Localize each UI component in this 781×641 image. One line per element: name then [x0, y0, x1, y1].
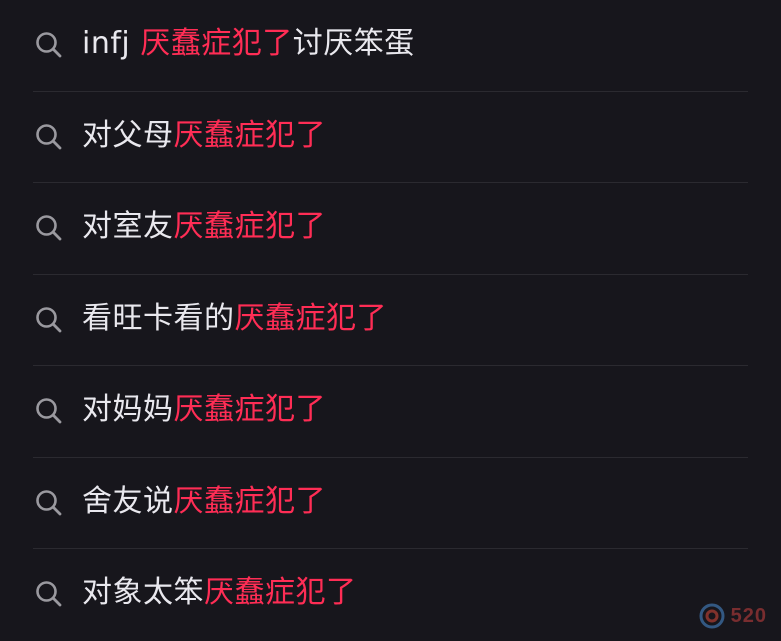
suggestion-highlight: 厌蠢症犯了	[140, 26, 293, 61]
suggestion-text: 看旺卡看的厌蠢症犯了	[82, 297, 387, 341]
suggestion-prefix: 看旺卡看的	[82, 300, 235, 336]
suggestion-highlight: 厌蠢症犯了	[173, 117, 326, 153]
suggestion-text: 对室友厌蠢症犯了	[82, 205, 326, 249]
watermark-logo-icon	[699, 603, 725, 629]
search-icon	[36, 123, 62, 149]
suggestion-highlight: 厌蠢症犯了	[204, 575, 357, 610]
watermark: 520	[699, 603, 767, 629]
search-suggestion-list: infj 厌蠢症犯了讨厌笨蛋 对父母厌蠢症犯了 对室友厌蠢症犯了 看旺卡看的厌蠢…	[0, 0, 781, 641]
suggestion-highlight: 厌蠢症犯了	[173, 209, 326, 244]
suggestion-highlight: 厌蠢症犯了	[173, 392, 326, 427]
search-suggestion-item[interactable]: 对室友厌蠢症犯了	[0, 183, 781, 275]
suggestion-text: infj 厌蠢症犯了讨厌笨蛋	[82, 22, 415, 66]
suggestion-prefix: 对妈妈	[82, 392, 174, 427]
search-icon	[36, 581, 62, 607]
search-suggestion-item[interactable]: infj 厌蠢症犯了讨厌笨蛋	[0, 0, 781, 92]
suggestion-suffix: 讨厌笨蛋	[292, 26, 415, 61]
suggestion-text: 对象太笨厌蠢症犯了	[82, 571, 357, 615]
search-suggestion-item[interactable]: 对妈妈厌蠢症犯了	[0, 366, 781, 458]
suggestion-prefix: 对室友	[82, 209, 174, 244]
search-icon	[36, 489, 62, 515]
suggestion-prefix: 舍友说	[82, 483, 174, 519]
suggestion-highlight: 厌蠢症犯了	[234, 300, 387, 336]
search-icon	[36, 306, 62, 332]
suggestion-prefix: infj	[82, 26, 141, 61]
search-suggestion-item[interactable]: 舍友说厌蠢症犯了	[0, 458, 781, 549]
search-suggestion-item[interactable]: 对象太笨厌蠢症犯了	[0, 549, 781, 641]
search-icon	[36, 398, 62, 424]
search-icon	[36, 215, 62, 241]
suggestion-text: 对妈妈厌蠢症犯了	[82, 388, 326, 432]
watermark-text: 520	[730, 604, 767, 627]
suggestion-text: 对父母厌蠢症犯了	[82, 114, 326, 158]
suggestion-prefix: 对象太笨	[82, 575, 204, 610]
suggestion-highlight: 厌蠢症犯了	[173, 483, 326, 519]
search-icon	[36, 32, 62, 58]
suggestion-prefix: 对父母	[82, 117, 174, 153]
search-suggestion-item[interactable]: 看旺卡看的厌蠢症犯了	[0, 275, 781, 366]
search-suggestion-item[interactable]: 对父母厌蠢症犯了	[0, 92, 781, 183]
suggestion-text: 舍友说厌蠢症犯了	[82, 480, 326, 524]
